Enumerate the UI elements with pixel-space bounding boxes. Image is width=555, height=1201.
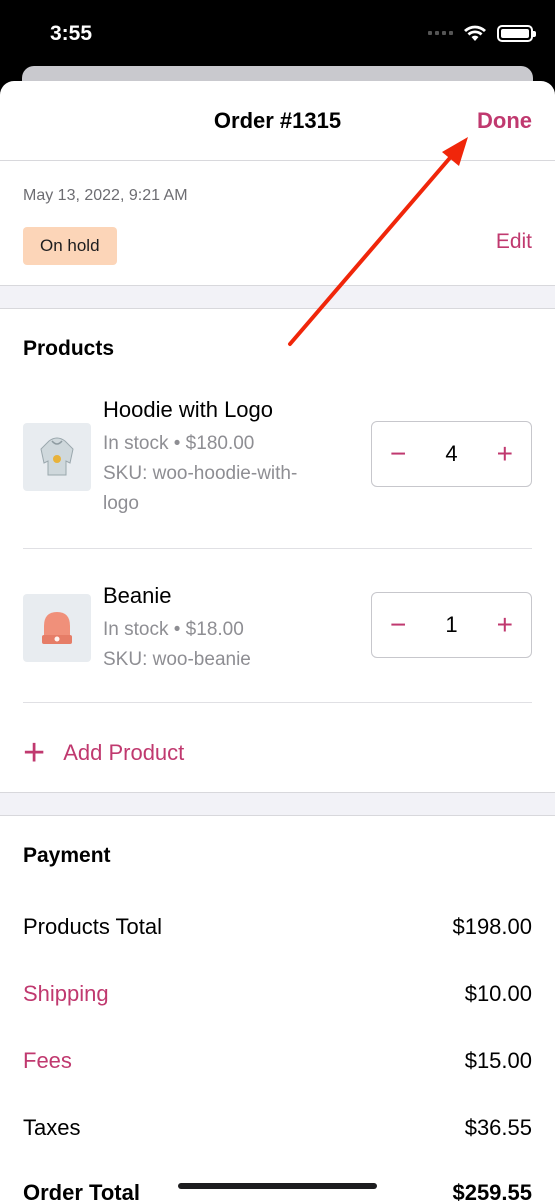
- home-indicator: [178, 1183, 377, 1189]
- increment-button[interactable]: +: [497, 611, 513, 639]
- taxes-row: Taxes $36.55: [23, 1115, 532, 1141]
- status-time: 3:55: [50, 22, 93, 45]
- shipping-row: Shipping $10.00: [23, 981, 532, 1007]
- status-icons: [428, 24, 536, 42]
- edit-status-button[interactable]: Edit: [496, 230, 532, 254]
- decrement-button[interactable]: −: [390, 440, 406, 468]
- product-name: Beanie: [103, 583, 172, 608]
- fees-row: Fees $15.00: [23, 1048, 532, 1074]
- navigation-bar: Order #1315 Done: [0, 81, 555, 161]
- product-name: Hoodie with Logo: [103, 397, 274, 422]
- beanie-icon: [23, 594, 91, 662]
- quantity-value: 1: [445, 612, 458, 637]
- payment-section: Payment Products Total $198.00 Shipping …: [0, 816, 555, 1201]
- increment-button[interactable]: +: [497, 440, 513, 468]
- products-title: Products: [23, 337, 115, 360]
- products-total-row: Products Total $198.00: [23, 914, 532, 940]
- product-sku: SKU: woo-beanie: [103, 649, 251, 670]
- product-divider: [23, 548, 532, 549]
- section-spacer: [0, 286, 555, 309]
- payment-value: $198.00: [452, 914, 532, 939]
- product-sku: SKU: woo-hoodie-with-logo: [103, 463, 298, 514]
- add-product-label: Add Product: [63, 740, 185, 765]
- payment-value: $10.00: [464, 981, 532, 1006]
- order-summary: May 13, 2022, 9:21 AM On hold Edit: [0, 161, 555, 286]
- battery-icon: [497, 24, 536, 42]
- hoodie-icon: [23, 423, 91, 491]
- section-spacer: [0, 793, 555, 816]
- add-product-button[interactable]: + Add Product: [23, 734, 184, 772]
- payment-value: $36.55: [464, 1115, 532, 1140]
- shipping-link[interactable]: Shipping: [23, 981, 109, 1007]
- product-stock-price: In stock • $180.00: [103, 433, 255, 454]
- order-sheet: Order #1315 Done May 13, 2022, 9:21 AM O…: [0, 81, 555, 1201]
- quantity-stepper: − 1 +: [371, 592, 532, 658]
- products-section: Products Hoodie with Logo In stock • $18…: [0, 309, 555, 793]
- fees-link[interactable]: Fees: [23, 1048, 72, 1074]
- payment-value: $15.00: [464, 1048, 532, 1073]
- decrement-button[interactable]: −: [390, 611, 406, 639]
- product-divider: [23, 702, 532, 703]
- status-badge: On hold: [23, 227, 117, 265]
- payment-label: Taxes: [23, 1115, 81, 1140]
- product-stock-price: In stock • $18.00: [103, 619, 244, 640]
- done-button[interactable]: Done: [477, 108, 532, 134]
- quantity-value: 4: [445, 441, 458, 466]
- product-row: Hoodie with Logo In stock • $180.00 SKU:…: [23, 397, 532, 517]
- page-title: Order #1315: [213, 108, 342, 133]
- payment-label: Order Total: [23, 1180, 140, 1201]
- payment-label: Products Total: [23, 914, 163, 939]
- payment-value: $259.55: [452, 1180, 532, 1201]
- order-date: May 13, 2022, 9:21 AM: [23, 187, 188, 204]
- payment-title: Payment: [23, 844, 111, 867]
- product-row: Beanie In stock • $18.00 SKU: woo-beanie…: [23, 583, 532, 683]
- status-bar: 3:55: [0, 0, 555, 70]
- cellular-signal-icon: [428, 31, 453, 35]
- wifi-icon: [464, 25, 486, 41]
- plus-icon: +: [23, 732, 46, 774]
- quantity-stepper: − 4 +: [371, 421, 532, 487]
